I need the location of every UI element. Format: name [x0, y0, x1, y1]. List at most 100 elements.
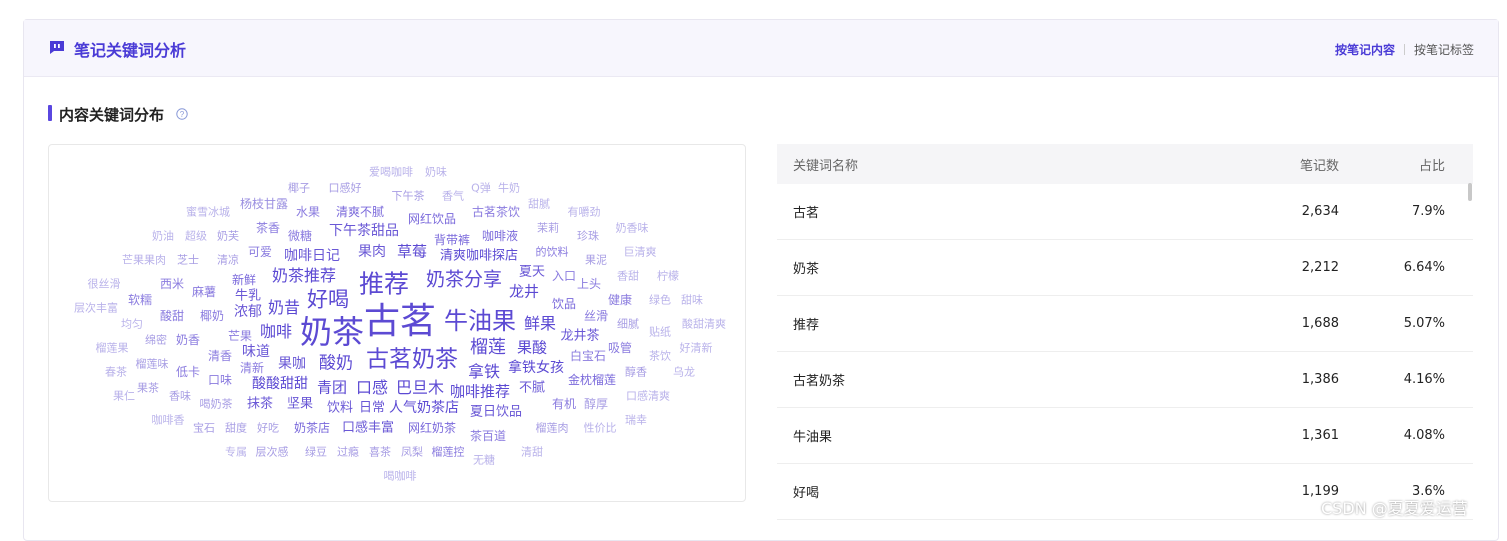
cloud-word[interactable]: 芒果果肉	[122, 255, 166, 266]
cloud-word[interactable]: 果仁	[113, 391, 135, 402]
cloud-word[interactable]: 口感	[356, 380, 388, 396]
cloud-word[interactable]: 茶百道	[470, 430, 506, 442]
cloud-word[interactable]: 茶香	[256, 222, 280, 234]
cloud-word[interactable]: 好喝	[307, 289, 349, 311]
cloud-word[interactable]: 咖啡	[260, 324, 292, 340]
cloud-word[interactable]: 拿铁女孩	[508, 361, 564, 375]
cloud-word[interactable]: 有嚼劲	[568, 207, 601, 218]
cloud-word[interactable]: 杨枝甘露	[240, 198, 288, 210]
cloud-word[interactable]: 健康	[608, 294, 632, 306]
cloud-word[interactable]: 下午茶甜品	[329, 224, 399, 238]
cloud-word[interactable]: 奶茶店	[294, 422, 330, 434]
cloud-word[interactable]: 果酸	[517, 340, 547, 356]
cloud-word[interactable]: 古茗奶茶	[366, 348, 458, 372]
cloud-word[interactable]: 鲜果	[524, 316, 556, 332]
cloud-word[interactable]: 过瘾	[337, 447, 359, 458]
cloud-word[interactable]: 清爽不腻	[336, 206, 384, 218]
cloud-word[interactable]: 新鲜	[232, 274, 256, 286]
cloud-word[interactable]: 奶味	[425, 167, 447, 178]
cloud-word[interactable]: 酸甜	[160, 310, 184, 322]
cloud-word[interactable]: 榴莲肉	[536, 423, 569, 434]
cloud-word[interactable]: 下午茶	[392, 191, 425, 202]
cloud-word[interactable]: 香气	[442, 191, 464, 202]
cloud-word[interactable]: 味道	[242, 345, 270, 359]
cloud-word[interactable]: 性价比	[584, 423, 617, 434]
cloud-word[interactable]: 贴纸	[649, 327, 671, 338]
cloud-word[interactable]: 清香	[208, 350, 232, 362]
cloud-word[interactable]: 喝咖啡	[384, 471, 417, 482]
cloud-word[interactable]: 口感清爽	[626, 391, 670, 402]
cloud-word[interactable]: 香甜	[617, 271, 639, 282]
cloud-word[interactable]: 牛乳	[235, 290, 261, 303]
cloud-word[interactable]: 口感丰富	[342, 422, 394, 435]
question-circle-icon[interactable]: ?	[176, 108, 188, 120]
cloud-word[interactable]: 牛奶	[498, 183, 520, 194]
cloud-word[interactable]: 很丝滑	[88, 279, 121, 290]
cloud-word[interactable]: 清新	[240, 362, 264, 374]
cloud-word[interactable]: 咖啡香	[152, 415, 185, 426]
cloud-word[interactable]: 醇香	[625, 367, 647, 378]
cloud-word[interactable]: 均匀	[121, 319, 143, 330]
cloud-word[interactable]: 草莓	[397, 244, 427, 260]
tab-by-content[interactable]: 按笔记内容	[1335, 41, 1395, 58]
cloud-word[interactable]: 金枕榴莲	[568, 374, 616, 386]
cloud-word[interactable]: 不腻	[519, 382, 545, 395]
cloud-word[interactable]: 龙井	[509, 284, 539, 300]
cloud-word[interactable]: 层次丰富	[74, 303, 118, 314]
cloud-word[interactable]: 青团	[317, 380, 347, 396]
cloud-word[interactable]: 奶茶分享	[426, 270, 502, 290]
cloud-word[interactable]: 芒果	[228, 330, 252, 342]
cloud-word[interactable]: 喝奶茶	[200, 399, 233, 410]
cloud-word[interactable]: 超级	[185, 231, 207, 242]
cloud-word[interactable]: 芝士	[177, 255, 199, 266]
cloud-word[interactable]: 好吃	[257, 423, 279, 434]
cloud-word[interactable]: 茉莉	[537, 223, 559, 234]
cloud-word[interactable]: 细腻	[617, 319, 639, 330]
cloud-word[interactable]: 白宝石	[570, 350, 606, 362]
cloud-word[interactable]: 奶茶推荐	[272, 268, 336, 284]
cloud-word[interactable]: 乌龙	[673, 367, 695, 378]
cloud-word[interactable]: 无糖	[473, 455, 495, 466]
cloud-word[interactable]: 巴旦木	[396, 380, 444, 396]
cloud-word[interactable]: 专属	[225, 447, 247, 458]
cloud-word[interactable]: 水果	[296, 206, 320, 218]
cloud-word[interactable]: 春茶	[105, 367, 127, 378]
cloud-word[interactable]: 夏日饮品	[470, 406, 522, 419]
cloud-word[interactable]: 奶香	[176, 334, 200, 346]
cloud-word[interactable]: 巨清爽	[624, 247, 657, 258]
cloud-word[interactable]: 好清新	[680, 343, 713, 354]
cloud-word[interactable]: 酸酸甜甜	[252, 377, 308, 391]
cloud-word[interactable]: 宝石	[193, 423, 215, 434]
cloud-word[interactable]: 的饮料	[536, 247, 569, 258]
cloud-word[interactable]: 推荐	[359, 272, 409, 297]
cloud-word[interactable]: 绵密	[145, 335, 167, 346]
cloud-word[interactable]: 层次感	[256, 447, 289, 458]
cloud-word[interactable]: 瑞幸	[625, 415, 647, 426]
cloud-word[interactable]: 人气奶茶店	[389, 401, 459, 415]
cloud-word[interactable]: 醇厚	[584, 398, 608, 410]
cloud-word[interactable]: 可爱	[248, 246, 272, 258]
cloud-word[interactable]: 入口	[552, 270, 576, 282]
cloud-word[interactable]: 夏天	[519, 266, 545, 279]
cloud-word[interactable]: 牛油果	[444, 309, 516, 333]
cloud-word[interactable]: 奶香味	[616, 223, 649, 234]
tab-by-tags[interactable]: 按笔记标签	[1414, 41, 1474, 58]
cloud-word[interactable]: 爱喝咖啡	[369, 167, 413, 178]
cloud-word[interactable]: 咖啡日记	[284, 249, 340, 263]
cloud-word[interactable]: 绿色	[649, 295, 671, 306]
cloud-word[interactable]: 古茗茶饮	[472, 206, 520, 218]
cloud-word[interactable]: Q弹	[471, 183, 491, 194]
cloud-word[interactable]: 甜味	[681, 295, 703, 306]
cloud-word[interactable]: 麻薯	[192, 286, 216, 298]
cloud-word[interactable]: 果茶	[137, 383, 159, 394]
cloud-word[interactable]: 酸甜清爽	[682, 319, 726, 330]
cloud-word[interactable]: 软糯	[128, 294, 152, 306]
table-scrollbar[interactable]	[1468, 183, 1472, 201]
cloud-word[interactable]: 果肉	[358, 245, 386, 259]
cloud-word[interactable]: 果咖	[278, 357, 306, 371]
cloud-word[interactable]: 坚果	[287, 398, 313, 411]
cloud-word[interactable]: 龙井茶	[560, 330, 599, 343]
cloud-word[interactable]: 凤梨	[401, 447, 423, 458]
cloud-word[interactable]: 口味	[208, 374, 232, 386]
cloud-word[interactable]: 网红奶茶	[408, 422, 456, 434]
